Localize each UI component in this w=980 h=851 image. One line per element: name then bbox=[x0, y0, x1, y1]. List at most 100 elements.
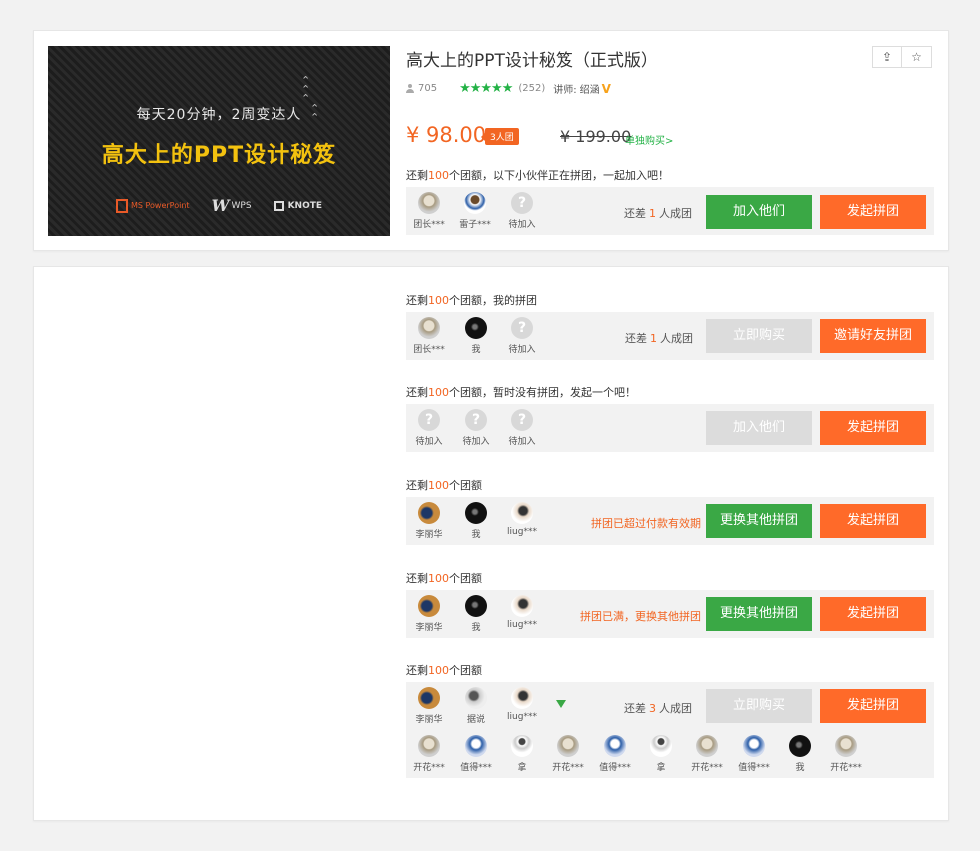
avatar bbox=[557, 735, 579, 757]
member: 团长*** bbox=[409, 192, 449, 230]
course-banner-image[interactable]: ⌃ ⌃ ⌃ ⌃ ⌃ 每天20分钟，2周变达人 高大上的PPT设计秘笈 MS Power… bbox=[48, 46, 390, 236]
avatar bbox=[418, 735, 440, 757]
rating-count: (252) bbox=[518, 83, 546, 94]
member: 团长*** bbox=[409, 317, 449, 355]
member: 值得*** bbox=[456, 735, 496, 773]
group-row: 团长*** 我 ? 待加入 还差 1 人成团 立即购买 邀请好友拼团 bbox=[406, 312, 934, 360]
avatar bbox=[696, 735, 718, 757]
group-price: ¥ 98.00 bbox=[406, 123, 487, 147]
member: ? 待加入 bbox=[502, 409, 542, 447]
start-group-button[interactable]: 发起拼团 bbox=[820, 504, 926, 538]
teacher-name[interactable]: 绍涵 bbox=[580, 81, 600, 96]
avatar bbox=[418, 595, 440, 617]
start-group-button[interactable]: 发起拼团 bbox=[820, 597, 926, 631]
banner-subtitle: 每天20分钟，2周变达人 bbox=[136, 107, 302, 123]
original-price: ¥ 199.00 bbox=[560, 127, 632, 146]
knote-logo: KNOTE bbox=[273, 200, 322, 211]
group-label: 还剩100个团额，暂时没有拼团，发起一个吧！ bbox=[406, 386, 636, 399]
member: liug*** bbox=[502, 502, 542, 537]
member: 拿 bbox=[502, 735, 542, 773]
powerpoint-logo: MS PowerPoint bbox=[115, 198, 190, 213]
avatar bbox=[418, 192, 440, 214]
question-icon: ? bbox=[511, 192, 533, 214]
question-icon: ? bbox=[465, 409, 487, 431]
verified-v-icon: V bbox=[601, 81, 611, 96]
member: 我 bbox=[456, 502, 496, 540]
avatar bbox=[465, 317, 487, 339]
share-icon[interactable]: ⇪ bbox=[872, 46, 902, 68]
group-label: 还剩100个团额 bbox=[406, 479, 482, 492]
arrows-icon: ⌃ ⌃ ⌃ bbox=[301, 74, 311, 105]
member: 值得*** bbox=[734, 735, 774, 773]
student-count: 705 bbox=[418, 83, 438, 94]
avatar bbox=[465, 687, 487, 709]
invite-friends-button[interactable]: 邀请好友拼团 bbox=[820, 319, 926, 353]
member: liug*** bbox=[502, 595, 542, 630]
member: 开花*** bbox=[548, 735, 588, 773]
group-row-expanded: 李丽华 据说 liug*** 还差 3 人成团 立即购买 发起拼团 开花*** 值得… bbox=[406, 682, 934, 778]
avatar bbox=[604, 735, 626, 757]
group-row: 李丽华 我 liug*** 拼团已满，更换其他拼团 更换其他拼团 发起拼团 bbox=[406, 590, 934, 638]
banner-logos: MS PowerPoint W WPS KNOTE bbox=[48, 196, 390, 215]
star-icon[interactable]: ☆ bbox=[902, 46, 932, 68]
member: 李丽华 bbox=[409, 687, 449, 725]
member: 开花*** bbox=[826, 735, 866, 773]
avatar bbox=[743, 735, 765, 757]
member: liug*** bbox=[502, 687, 542, 722]
expired-warning: 拼团已超过付款有效期 bbox=[591, 517, 701, 530]
group-row: ? 待加入 ? 待加入 ? 待加入 加入他们 发起拼团 bbox=[406, 404, 934, 452]
course-title: 高大上的PPT设计秘笈（正式版） bbox=[406, 51, 658, 71]
member: 拿 bbox=[641, 735, 681, 773]
member: 我 bbox=[456, 317, 496, 355]
remaining-count: 还差 1 人成团 bbox=[625, 332, 693, 345]
course-card: ⌃ ⌃ ⌃ ⌃ ⌃ 每天20分钟，2周变达人 高大上的PPT设计秘笈 MS Power… bbox=[33, 30, 949, 251]
member: 开花*** bbox=[687, 735, 727, 773]
member: 开花*** bbox=[409, 735, 449, 773]
group-row: 团长*** 雷子*** ? 待加入 还差 1 人成团 加入他们 发起拼团 bbox=[406, 187, 934, 235]
group-states-card: 还剩100个团额，我的拼团 团长*** 我 ? 待加入 还差 1 人成团 立即购买 邀… bbox=[33, 266, 949, 821]
avatar bbox=[511, 735, 533, 757]
member: 值得*** bbox=[595, 735, 635, 773]
avatar bbox=[511, 502, 533, 524]
avatar bbox=[418, 687, 440, 709]
wps-logo: W WPS bbox=[211, 196, 252, 215]
single-buy-link[interactable]: 单独购买> bbox=[625, 132, 673, 147]
avatar bbox=[465, 502, 487, 524]
avatar bbox=[789, 735, 811, 757]
question-icon: ? bbox=[511, 317, 533, 339]
course-meta: 705 ★★★★★ (252) 讲师: 绍涵 V bbox=[406, 81, 611, 96]
avatar bbox=[464, 192, 486, 214]
member: 李丽华 bbox=[409, 595, 449, 633]
member: ? 待加入 bbox=[409, 409, 449, 447]
avatar bbox=[418, 502, 440, 524]
member: 李丽华 bbox=[409, 502, 449, 540]
banner-headline: 高大上的PPT设计秘笈 bbox=[101, 143, 337, 168]
avatar bbox=[650, 735, 672, 757]
start-group-button[interactable]: 发起拼团 bbox=[820, 411, 926, 445]
remaining-count: 还差 3 人成团 bbox=[624, 702, 692, 715]
switch-group-button[interactable]: 更换其他拼团 bbox=[706, 504, 812, 538]
group-label: 还剩100个团额，以下小伙伴正在拼团，一起加入吧！ bbox=[406, 169, 669, 182]
start-group-button[interactable]: 发起拼团 bbox=[820, 195, 926, 229]
join-button[interactable]: 加入他们 bbox=[706, 195, 812, 229]
buy-now-button[interactable]: 立即购买 bbox=[706, 689, 812, 723]
avatar bbox=[511, 687, 533, 709]
question-icon: ? bbox=[511, 409, 533, 431]
avatar bbox=[418, 317, 440, 339]
group-row: 李丽华 我 liug*** 拼团已超过付款有效期 更换其他拼团 发起拼团 bbox=[406, 497, 934, 545]
collapse-triangle-icon[interactable] bbox=[556, 700, 566, 708]
member: 雷子*** bbox=[455, 192, 495, 230]
member: 据说 bbox=[456, 687, 496, 725]
teacher-label: 讲师: bbox=[553, 85, 577, 96]
buy-now-button[interactable]: 立即购买 bbox=[706, 319, 812, 353]
group-label: 还剩100个团额 bbox=[406, 572, 482, 585]
group-label: 还剩100个团额，我的拼团 bbox=[406, 294, 537, 307]
member: 我 bbox=[780, 735, 820, 773]
avatar bbox=[465, 735, 487, 757]
join-button[interactable]: 加入他们 bbox=[706, 411, 812, 445]
avatar bbox=[835, 735, 857, 757]
question-icon: ? bbox=[418, 409, 440, 431]
start-group-button[interactable]: 发起拼团 bbox=[820, 689, 926, 723]
action-buttons: ⇪ ☆ bbox=[872, 46, 932, 68]
switch-group-button[interactable]: 更换其他拼团 bbox=[706, 597, 812, 631]
